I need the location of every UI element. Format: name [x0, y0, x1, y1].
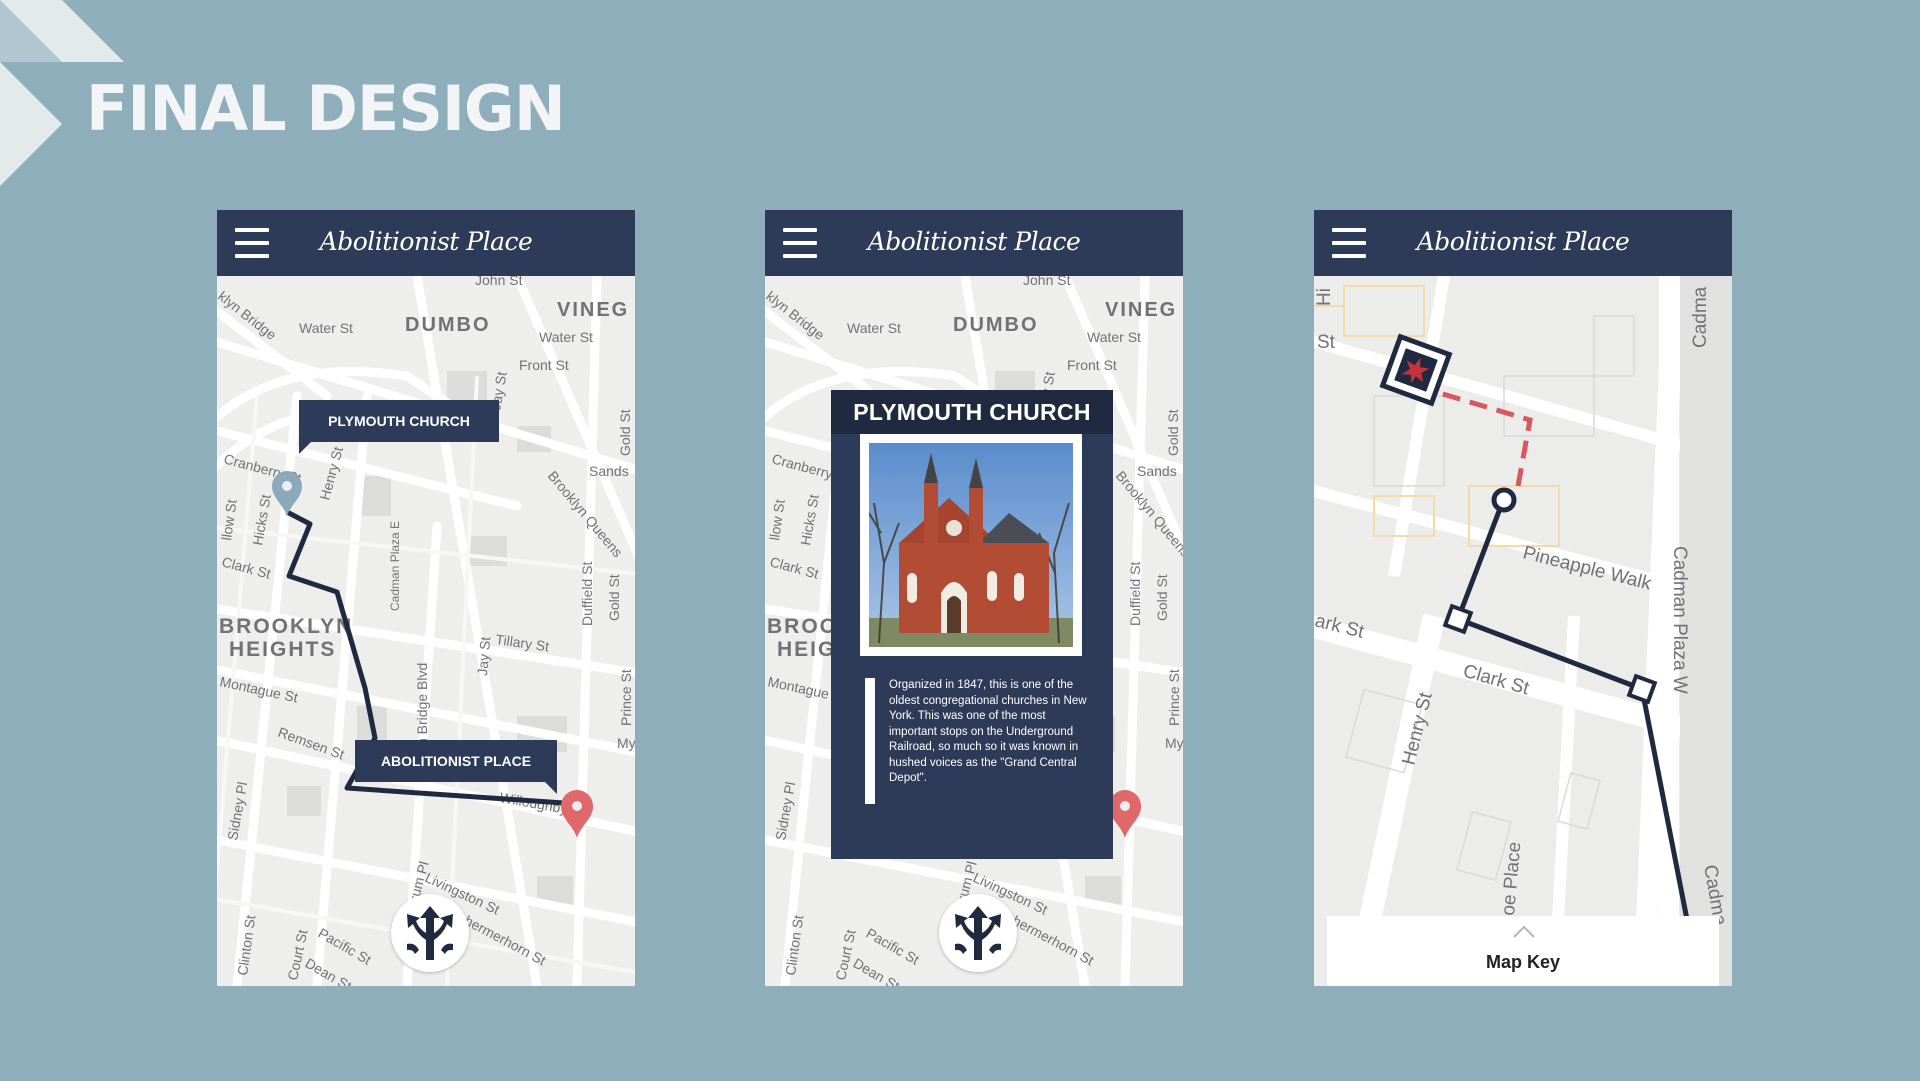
map-label: VINEG — [1105, 299, 1177, 321]
map-label: Prince St — [618, 669, 634, 726]
phone-screen-detail: Abolitionist Place John St VINEG klyn Br… — [765, 210, 1183, 986]
map-label: My — [1165, 735, 1183, 751]
map-label: Water St — [539, 329, 593, 345]
map-label: St — [1317, 332, 1336, 353]
app-logo: Abolitionist Place — [867, 227, 1081, 256]
map-label: Water St — [847, 320, 901, 336]
church-photo — [860, 434, 1082, 656]
map-view[interactable]: St Hi Cadma Pineapple Walk Cadman Plaza … — [1314, 276, 1732, 986]
map-label: John St — [475, 276, 523, 288]
map-label: Cadman Plaza W — [1669, 546, 1690, 694]
location-info-card: PLYMOUTH CHURCH Organized in 1847, this … — [831, 390, 1113, 859]
callout-tail — [543, 780, 557, 794]
waypoint-square-icon[interactable] — [1442, 603, 1474, 635]
callout-tail — [299, 440, 313, 454]
quote-bar — [865, 678, 875, 804]
info-card-description: Organized in 1847, this is one of the ol… — [889, 679, 1087, 784]
directions-arrows-icon — [955, 906, 1001, 960]
map-label: Gold St — [1154, 574, 1170, 621]
map-label: John St — [1023, 276, 1071, 288]
map-label: Gold St — [606, 574, 622, 621]
map-label: BROOKLYN — [219, 615, 353, 638]
map-label: VINEG — [557, 299, 629, 321]
callout-plymouth-church[interactable]: PLYMOUTH CHURCH — [299, 400, 499, 442]
map-label: Duffield St — [579, 562, 595, 626]
map-view[interactable]: John St VINEG klyn Bridge Water St DUMBO… — [217, 276, 635, 986]
chevron-up-icon — [1513, 925, 1535, 938]
directions-arrows-icon — [407, 906, 453, 960]
map-key-panel[interactable]: Map Key — [1327, 916, 1719, 986]
map-label: Gold St — [617, 409, 633, 456]
phone-screen-zoomed-route: Abolitionist Place St Hi Cadma Pineapple… — [1314, 210, 1732, 986]
map-label: Cadma — [1690, 286, 1711, 348]
map-label: n Bridge Blvd — [414, 663, 430, 746]
waypoint-circle-icon[interactable] — [1491, 487, 1517, 513]
page-title: FINAL DESIGN — [86, 72, 566, 145]
app-bar: Abolitionist Place — [765, 210, 1183, 276]
app-bar: Abolitionist Place — [1314, 210, 1732, 276]
map-label: Water St — [299, 320, 353, 336]
map-label: Hi — [1314, 288, 1335, 306]
map-label: DUMBO — [953, 314, 1039, 336]
map-label: Sands — [1137, 463, 1177, 479]
directions-button[interactable] — [939, 894, 1017, 972]
phone-screen-route: Abolitionist Place John St VINEG klyn Br… — [217, 210, 635, 986]
map-label: Water St — [1087, 329, 1141, 345]
map-label: Front St — [1067, 357, 1117, 373]
map-label: My — [617, 735, 635, 751]
map-label: Cadman Plaza E — [388, 521, 402, 611]
app-logo: Abolitionist Place — [319, 227, 533, 256]
callout-abolitionist-place[interactable]: ABOLITIONIST PLACE — [355, 740, 557, 782]
map-label: Duffield St — [1127, 562, 1143, 626]
app-bar: Abolitionist Place — [217, 210, 635, 276]
map-label: Gold St — [1165, 409, 1181, 456]
app-logo: Abolitionist Place — [1416, 227, 1630, 256]
waypoint-square-icon[interactable] — [1626, 673, 1658, 705]
map-label: Sands — [589, 463, 629, 479]
directions-button[interactable] — [391, 894, 469, 972]
map-label: Prince St — [1166, 669, 1182, 726]
info-card-title: PLYMOUTH CHURCH — [831, 390, 1113, 434]
map-label: Jay St — [474, 636, 493, 676]
map-label: HEIGHTS — [229, 638, 336, 661]
map-label: DUMBO — [405, 314, 491, 336]
map-label: Front St — [519, 357, 569, 373]
map-key-label: Map Key — [1485, 952, 1561, 972]
